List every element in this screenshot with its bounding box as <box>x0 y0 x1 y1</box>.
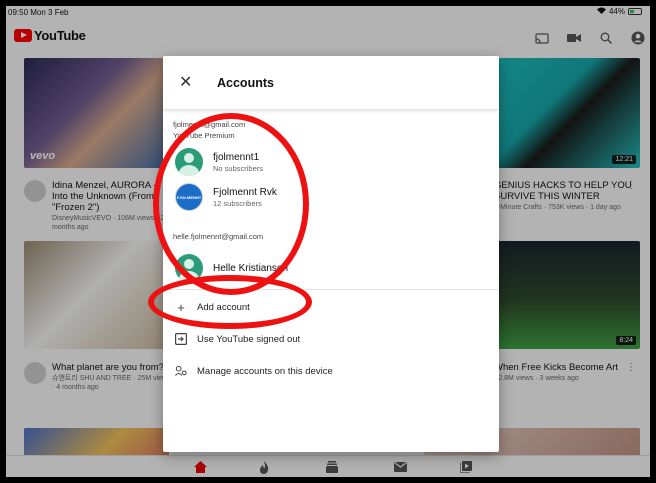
menu-label: Manage accounts on this device <box>197 365 333 377</box>
dialog-title: Accounts <box>217 75 274 90</box>
device-frame: 09:50 Mon 3 Feb 44% YouTube vevo 12:21 8… <box>0 0 656 483</box>
manage-accounts-icon <box>175 365 187 377</box>
menu-label: Use YouTube signed out <box>197 333 301 345</box>
manage-accounts-button[interactable]: Manage accounts on this device <box>175 365 333 377</box>
use-signed-out-button[interactable]: Use YouTube signed out <box>175 333 300 345</box>
sign-out-icon <box>175 333 187 345</box>
annotation-circle-accounts <box>153 113 309 295</box>
close-icon[interactable]: ✕ <box>179 74 193 90</box>
dialog-header: ✕ Accounts <box>163 56 499 110</box>
screen: 09:50 Mon 3 Feb 44% YouTube vevo 12:21 8… <box>6 6 650 477</box>
annotation-circle-add-account <box>148 275 312 329</box>
